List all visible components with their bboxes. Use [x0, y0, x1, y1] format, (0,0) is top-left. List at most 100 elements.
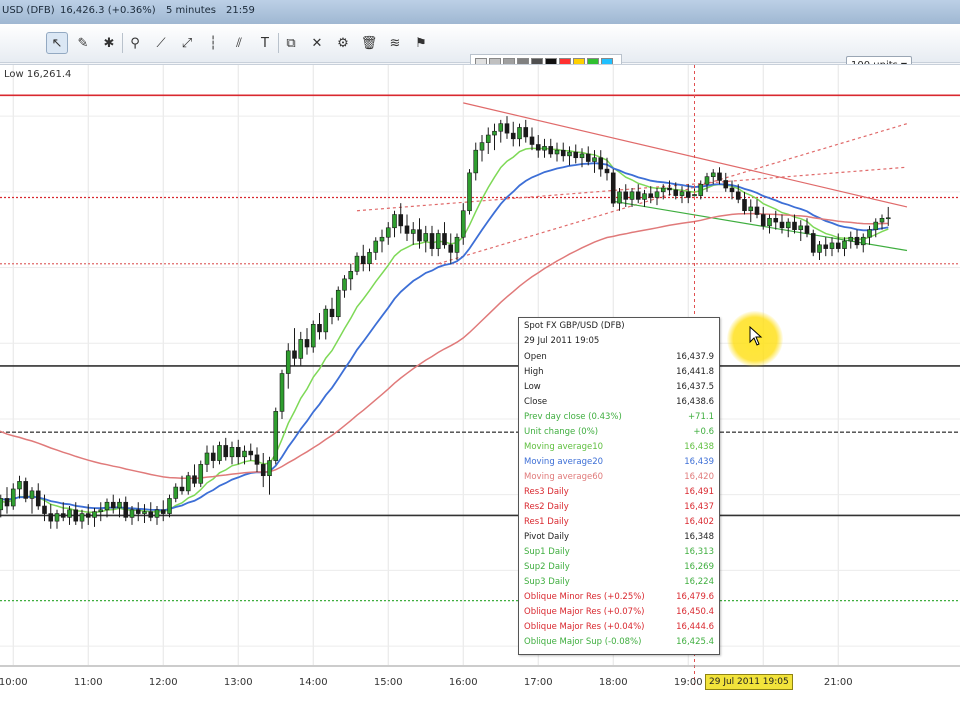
candle-up — [660, 187, 666, 193]
tooltip-row: Res3 Daily 16,491 — [524, 487, 714, 502]
tooltip-row-value: 16,437.9 — [676, 352, 714, 362]
candle-down — [548, 146, 554, 155]
candle-up — [629, 191, 635, 200]
candle-down — [504, 123, 510, 134]
tooltip-row: Oblique Major Res (+0.07%) 16,450.4 — [524, 607, 714, 622]
candle-down — [604, 168, 610, 174]
candle-down — [598, 157, 604, 170]
tooltip-row-value: 16,491 — [684, 487, 714, 497]
candle-up — [848, 236, 854, 242]
flag-tool-icon[interactable]: ⚑ — [410, 32, 432, 54]
x-tick-label: 11:00 — [74, 677, 103, 688]
title-symbol: USD (DFB) — [2, 5, 55, 16]
tooltip-row-label: Oblique Major Res (+0.07%) — [524, 607, 645, 617]
pencil-tool-icon[interactable]: ✎ — [72, 32, 94, 54]
pattern-tool-icon[interactable]: ≋ — [384, 32, 406, 54]
tooltip-row-value: 16,402 — [684, 517, 714, 527]
tooltip-row-value: 16,450.4 — [676, 607, 714, 617]
tooltip-row-value: 16,348 — [684, 532, 714, 542]
candle-up — [54, 513, 60, 522]
candle-down — [48, 513, 54, 522]
line-tool-icon[interactable]: ⟋ — [150, 32, 172, 54]
candle-up — [829, 242, 835, 249]
candle-down — [673, 189, 679, 196]
candle-up — [592, 157, 597, 162]
gann-tool-icon[interactable]: ✕ — [306, 32, 328, 54]
chart-area[interactable]: 9:0010:0011:0012:0013:0014:0015:0016:001… — [0, 64, 960, 721]
candle-down — [179, 486, 185, 492]
candle-up — [104, 501, 110, 511]
candle-down — [535, 144, 541, 151]
tooltip-row-label: Unit change (0%) — [524, 427, 599, 437]
candle-down — [729, 187, 735, 193]
candle-down — [292, 350, 297, 359]
settings-tool-icon[interactable]: ⚙ — [332, 32, 354, 54]
tooltip-row: Oblique Major Res (+0.04%) 16,444.6 — [524, 622, 714, 637]
delete-tool-icon[interactable]: 🗑 — [358, 32, 380, 54]
tooltip-row-label: Close — [524, 397, 548, 407]
candle-down — [429, 233, 435, 249]
candle-down — [35, 490, 41, 507]
candle-down — [248, 450, 254, 456]
candle-up — [285, 350, 291, 374]
bug-tool-icon[interactable]: ✱ — [98, 32, 120, 54]
candle-up — [279, 373, 285, 412]
candle-up — [710, 172, 716, 177]
candle-up — [67, 509, 72, 518]
candle-up — [579, 153, 585, 159]
pointer-tool-icon[interactable]: ↖ — [46, 32, 68, 54]
tooltip-row: Sup3 Daily 16,224 — [524, 577, 714, 592]
candle-up — [679, 191, 685, 196]
candle-up — [642, 193, 647, 200]
candle-up — [198, 464, 204, 484]
tooltip-row-value: 16,438 — [684, 442, 714, 452]
candle-up — [692, 194, 697, 197]
tooltip-title: Spot FX GBP/USD (DFB) — [524, 321, 625, 331]
crosshair-date-label: 29 Jul 2011 19:05 — [705, 674, 793, 690]
tooltip-row-value: 16,441.8 — [676, 367, 714, 377]
x-tick-label: 12:00 — [149, 677, 178, 688]
candle-up — [142, 511, 147, 514]
zoom-tool-icon[interactable]: ⚲ — [124, 32, 146, 54]
tooltip-date: 29 Jul 2011 19:05 — [524, 336, 600, 346]
candle-down — [723, 180, 729, 189]
title-bar: USD (DFB) 16,426.3 (+0.36%) 5 minutes 21… — [0, 0, 960, 25]
vertical-line-tool-icon[interactable]: ┆ — [202, 32, 224, 54]
candle-up — [267, 460, 272, 477]
candle-up — [885, 217, 891, 220]
ray-tool-icon[interactable]: ⤢ — [176, 32, 198, 54]
candle-up — [154, 509, 160, 518]
candle-up — [698, 183, 704, 196]
candle-down — [610, 172, 616, 204]
price-chart[interactable]: 9:0010:0011:0012:0013:0014:0015:0016:001… — [0, 65, 960, 721]
candle-down — [148, 511, 154, 518]
candle-down — [73, 509, 79, 522]
candle-down — [835, 242, 841, 249]
tooltip-row-label: High — [524, 367, 544, 377]
tooltip-row-label: Open — [524, 352, 547, 362]
tooltip-row-label: Moving average60 — [524, 472, 604, 482]
candle-down — [667, 187, 672, 191]
tooltip-row-label: Res1 Daily — [524, 517, 569, 527]
channel-tool-icon[interactable]: ⫽ — [228, 32, 250, 54]
candle-up — [567, 151, 572, 157]
tooltip-row-value: 16,313 — [684, 547, 714, 557]
candle-down — [635, 191, 641, 200]
candle-up — [17, 481, 22, 490]
candle-up — [654, 191, 660, 198]
text-tool-icon[interactable]: T — [254, 32, 276, 54]
candle-up — [873, 221, 879, 230]
fibonacci-tool-icon[interactable]: ⧉ — [280, 32, 302, 54]
candle-up — [785, 221, 791, 229]
candle-down — [804, 225, 810, 234]
title-price: 16,426.3 (+0.36%) — [60, 5, 156, 16]
candle-up — [185, 475, 191, 492]
tooltip-row: Prev day close (0.43%) +71.1 — [524, 412, 714, 427]
candle-up — [517, 127, 522, 140]
tooltip-row-value: 16,437 — [684, 502, 714, 512]
tooltip-row: Pivot Daily 16,348 — [524, 532, 714, 547]
candle-up — [204, 452, 210, 465]
candle-down — [760, 214, 766, 227]
tooltip-row-label: Low — [524, 382, 541, 392]
tooltip-row: Res1 Daily 16,402 — [524, 517, 714, 532]
